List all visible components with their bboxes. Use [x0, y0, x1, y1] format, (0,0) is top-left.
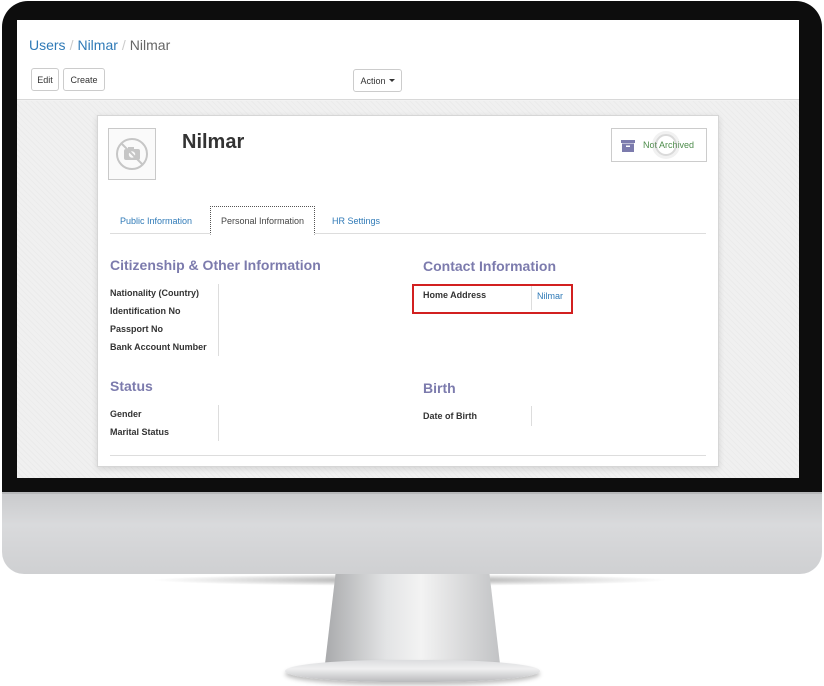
click-ripple [655, 134, 677, 156]
field-label-date-of-birth: Date of Birth [423, 411, 477, 421]
action-label: Action [360, 75, 386, 86]
create-button[interactable]: Create [63, 68, 105, 91]
action-dropdown-button[interactable]: Action [353, 69, 402, 92]
section-divider [110, 455, 706, 456]
breadcrumb: Users / Nilmar / Nilmar [29, 37, 170, 53]
field-label-nationality: Nationality (Country) [110, 288, 199, 298]
tab-public-information[interactable]: Public Information [110, 206, 202, 235]
breadcrumb-separator: / [121, 37, 126, 53]
highlight-box [412, 284, 573, 314]
screen: Users / Nilmar / Nilmar Edit Create Action [17, 20, 799, 478]
archive-toggle-button[interactable]: Not Archived [611, 128, 707, 162]
field-label-marital-status: Marital Status [110, 427, 170, 437]
employee-name: Nilmar [182, 131, 245, 153]
section-title-status: Status [110, 378, 153, 394]
tab-personal-information[interactable]: Personal Information [210, 206, 316, 235]
field-divider [531, 406, 532, 426]
monitor-chin [2, 492, 822, 574]
no-photo-icon [116, 138, 148, 170]
field-label-identification-no: Identification No [110, 306, 181, 316]
field-divider [218, 284, 219, 356]
field-label-passport-no: Passport No [110, 324, 164, 334]
breadcrumb-users[interactable]: Users [29, 37, 66, 53]
tab-hr-settings[interactable]: HR Settings [322, 206, 390, 235]
field-label-gender: Gender [110, 409, 142, 419]
field-divider [218, 405, 219, 441]
field-label-bank-account: Bank Account Number [110, 342, 207, 352]
archive-box-icon [621, 140, 635, 152]
section-title-birth: Birth [423, 380, 456, 396]
breadcrumb-employee[interactable]: Nilmar [77, 37, 117, 53]
breadcrumb-current: Nilmar [129, 37, 171, 53]
form-sheet: Nilmar Not Archived Public Information P… [97, 115, 719, 467]
section-title-contact: Contact Information [423, 258, 556, 274]
monitor-stand-base [285, 660, 540, 682]
employee-avatar[interactable] [108, 128, 156, 180]
notebook-tabs: Public Information Personal Information … [110, 204, 706, 235]
form-view: Nilmar Not Archived Public Information P… [17, 101, 799, 478]
edit-button[interactable]: Edit [31, 68, 59, 91]
section-title-citizenship: Citizenship & Other Information [110, 257, 321, 273]
monitor-frame: Users / Nilmar / Nilmar Edit Create Action [0, 0, 824, 682]
monitor-stand-neck [325, 574, 500, 664]
caret-down-icon [388, 79, 395, 82]
breadcrumb-separator: / [69, 37, 74, 53]
control-panel: Users / Nilmar / Nilmar Edit Create Action [17, 20, 799, 100]
